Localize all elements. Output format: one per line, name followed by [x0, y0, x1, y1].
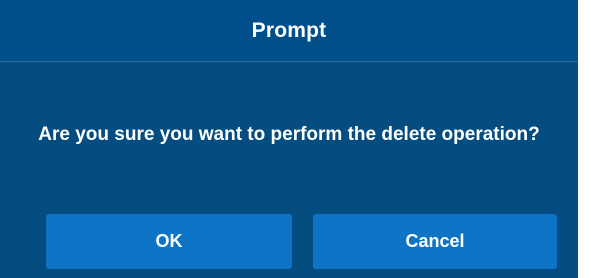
cancel-button[interactable]: Cancel — [313, 214, 557, 269]
dialog-message: Are you sure you want to perform the del… — [38, 123, 540, 145]
dialog-title: Prompt — [251, 18, 327, 42]
confirm-dialog: Prompt Are you sure you want to perform … — [0, 0, 578, 278]
dialog-body: Are you sure you want to perform the del… — [0, 62, 578, 200]
ok-button[interactable]: OK — [46, 214, 292, 269]
dialog-header: Prompt — [0, 0, 578, 62]
